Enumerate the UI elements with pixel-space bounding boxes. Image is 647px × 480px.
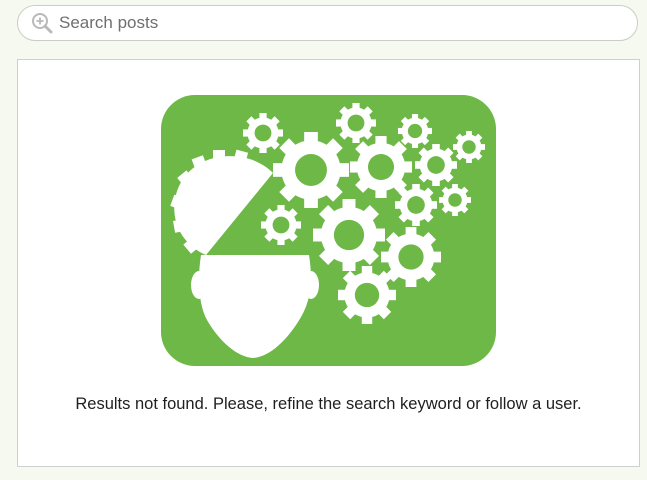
search-input[interactable] — [59, 13, 599, 33]
empty-results-message: Results not found. Please, refine the se… — [75, 395, 582, 413]
search-bar[interactable] — [17, 5, 638, 41]
results-panel: Results not found. Please, refine the se… — [17, 59, 640, 467]
search-icon — [31, 12, 53, 34]
mind-gears-illustration — [161, 95, 496, 366]
